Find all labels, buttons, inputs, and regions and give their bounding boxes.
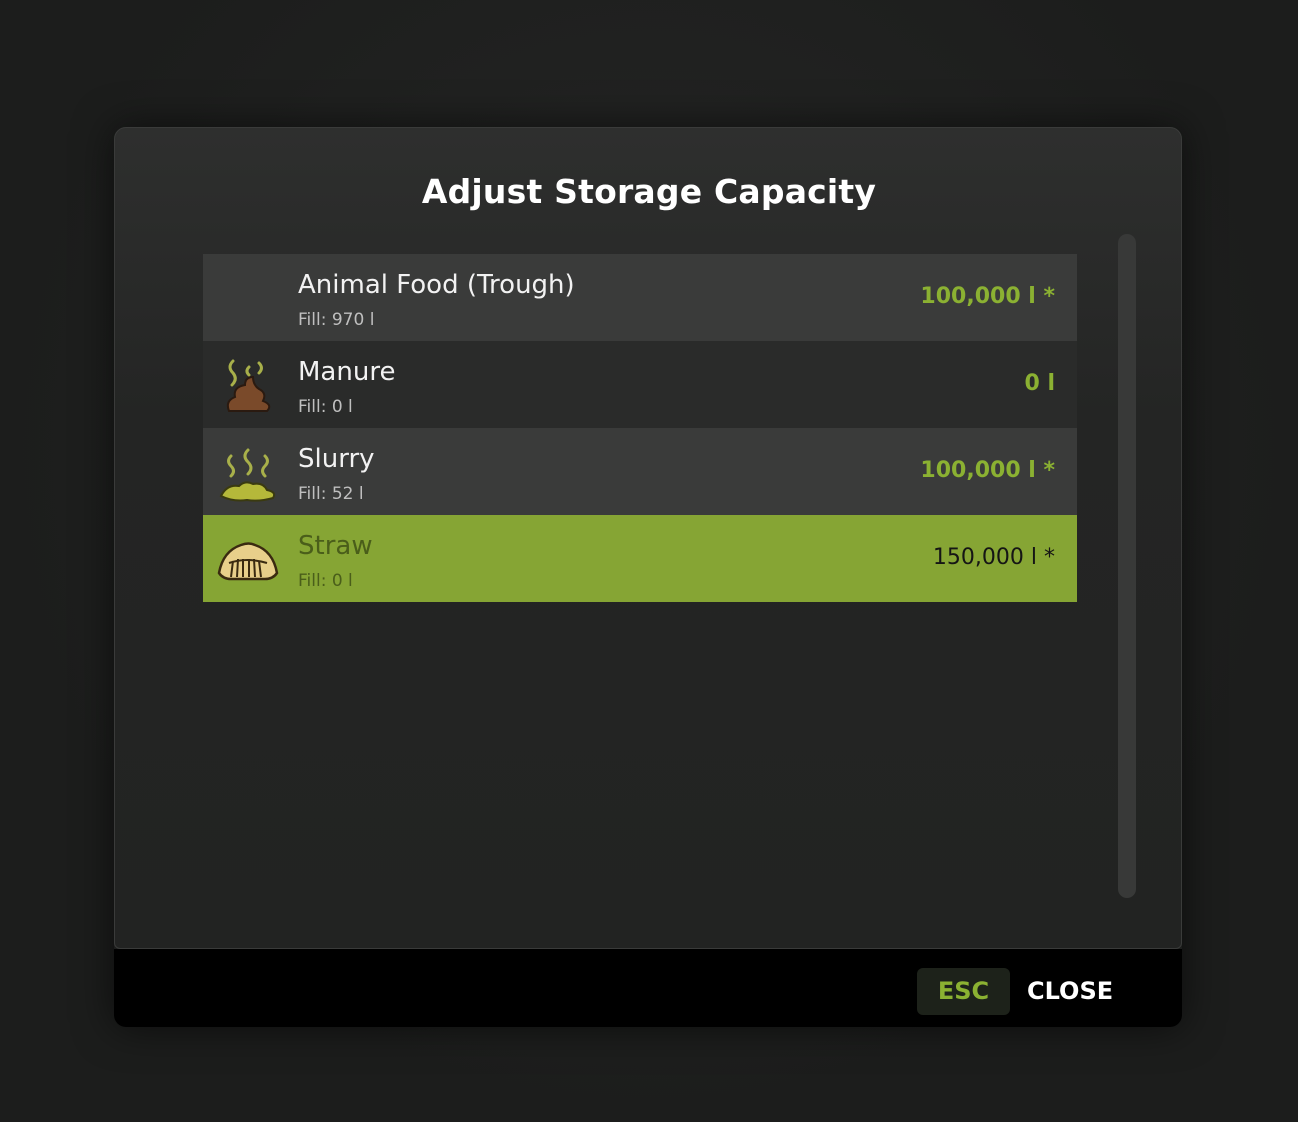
item-fill: Fill: 0 l: [298, 571, 353, 591]
dialog-body: Adjust Storage Capacity Animal Food (Tro…: [114, 127, 1182, 949]
list-item-manure[interactable]: Manure Fill: 0 l 0 l: [203, 341, 1077, 428]
dialog-title: Adjust Storage Capacity: [421, 172, 877, 211]
item-capacity: 150,000 l *: [932, 545, 1055, 570]
item-capacity: 100,000 l *: [920, 284, 1055, 309]
storage-dialog: Adjust Storage Capacity Animal Food (Tro…: [114, 127, 1182, 1027]
list-item-animal-food[interactable]: Animal Food (Trough) Fill: 970 l 100,000…: [203, 254, 1077, 341]
item-capacity: 0 l: [1024, 371, 1055, 396]
list-item-straw[interactable]: Straw Fill: 0 l 150,000 l *: [203, 515, 1077, 602]
item-name: Straw: [298, 531, 373, 561]
item-name: Manure: [298, 357, 396, 387]
item-name: Animal Food (Trough): [298, 270, 575, 300]
slurry-icon: [217, 442, 279, 504]
dialog-footer: ESC CLOSE: [114, 949, 1182, 1027]
list-scrollbar[interactable]: [1118, 234, 1136, 898]
esc-key-hint[interactable]: ESC: [917, 968, 1010, 1015]
item-fill: Fill: 970 l: [298, 310, 375, 330]
close-button[interactable]: CLOSE: [1027, 968, 1113, 1015]
manure-icon: [217, 355, 279, 417]
item-name: Slurry: [298, 444, 375, 474]
item-fill: Fill: 52 l: [298, 484, 364, 504]
item-capacity: 100,000 l *: [920, 458, 1055, 483]
item-fill: Fill: 0 l: [298, 397, 353, 417]
storage-list: Animal Food (Trough) Fill: 970 l 100,000…: [203, 254, 1077, 602]
list-item-slurry[interactable]: Slurry Fill: 52 l 100,000 l *: [203, 428, 1077, 515]
straw-icon: [217, 529, 279, 591]
